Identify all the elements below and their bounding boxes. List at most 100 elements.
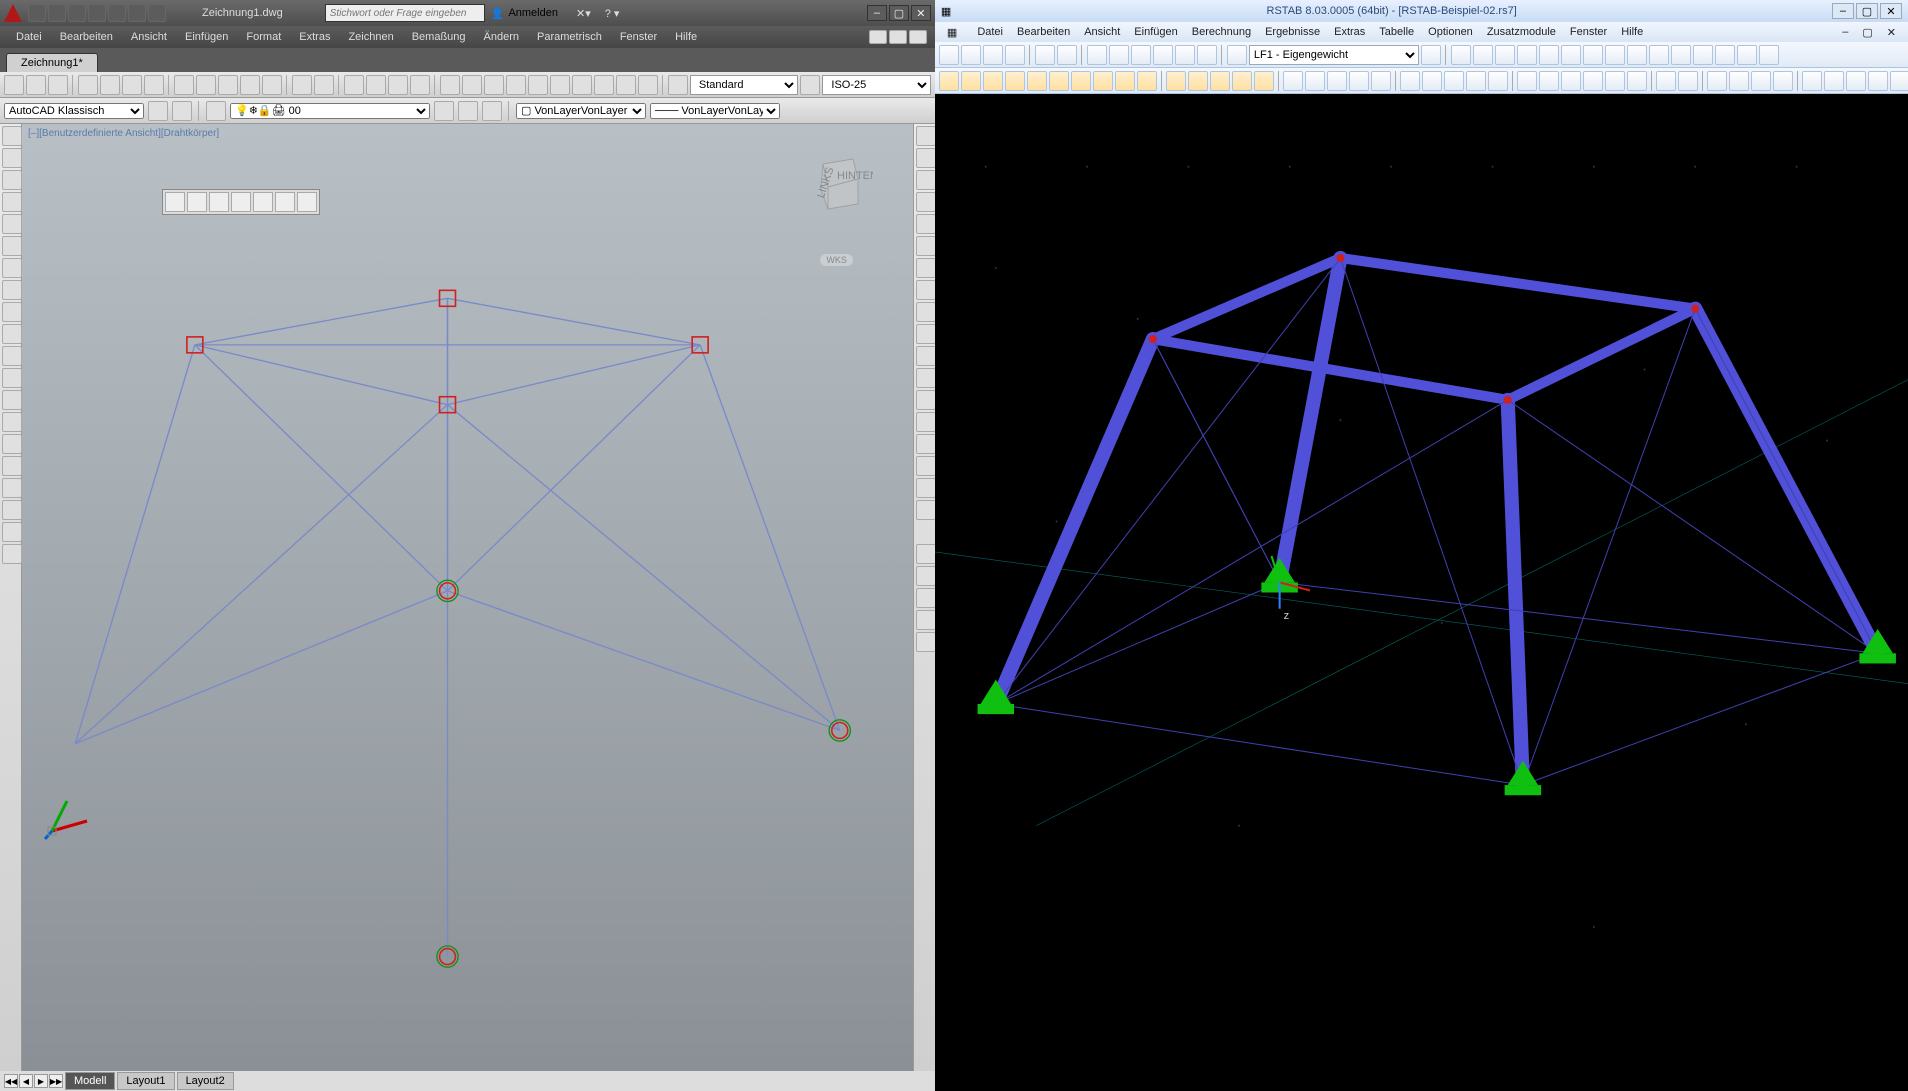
layer-select[interactable]: 💡❄🔒🖨 00 xyxy=(230,103,430,119)
circle-icon[interactable] xyxy=(2,258,22,278)
file-tab-zeichnung1[interactable]: Zeichnung1* xyxy=(6,53,98,72)
rs-zoom-all-icon[interactable] xyxy=(1400,71,1420,91)
new-icon[interactable] xyxy=(4,75,24,95)
rs-v9-icon[interactable] xyxy=(1627,45,1647,65)
menu-bemassung[interactable]: Bemaßung xyxy=(404,29,474,45)
maximize-button[interactable]: ▢ xyxy=(889,5,909,21)
copy-icon[interactable] xyxy=(196,75,216,95)
rs-t3-icon[interactable] xyxy=(1210,71,1230,91)
rs-menu-ansicht[interactable]: Ansicht xyxy=(1078,24,1126,40)
rs-v7-icon[interactable] xyxy=(1583,45,1603,65)
hatch-icon[interactable] xyxy=(2,434,22,454)
last-layout-icon[interactable]: ▶▶ xyxy=(49,1074,63,1088)
nav-showmotion-icon[interactable] xyxy=(916,632,936,652)
rs-minimize-button[interactable]: – xyxy=(1832,3,1854,19)
line-icon[interactable] xyxy=(2,126,22,146)
rs-t1-icon[interactable] xyxy=(1166,71,1186,91)
rs-doc-close-button[interactable]: ✕ xyxy=(1881,24,1902,41)
exchange-icon[interactable]: ✕▾ xyxy=(576,7,591,20)
join-icon[interactable] xyxy=(916,412,936,432)
rs-local-icon[interactable] xyxy=(1627,71,1647,91)
rs-close-button[interactable]: ✕ xyxy=(1880,3,1902,19)
menu-aendern[interactable]: Ändern xyxy=(476,29,527,45)
rs-v11-icon[interactable] xyxy=(1671,45,1691,65)
save-icon[interactable] xyxy=(48,75,68,95)
tab-layout1[interactable]: Layout1 xyxy=(117,1072,174,1090)
stretch-icon[interactable] xyxy=(916,302,936,322)
rs-print-icon[interactable] xyxy=(1005,45,1025,65)
rs-menu-zusatzmodule[interactable]: Zusatzmodule xyxy=(1481,24,1562,40)
qat-saveas-icon[interactable] xyxy=(88,4,106,22)
undo-icon[interactable] xyxy=(292,75,312,95)
rs-maximize-button[interactable]: ▢ xyxy=(1856,3,1878,19)
qat-plot-icon[interactable] xyxy=(108,4,126,22)
explode-icon[interactable] xyxy=(916,500,936,520)
menu-parametrisch[interactable]: Parametrisch xyxy=(529,29,610,45)
rs-x-icon[interactable] xyxy=(1517,71,1537,91)
layer-iso-icon[interactable] xyxy=(482,101,502,121)
mirror-icon[interactable] xyxy=(916,170,936,190)
rs-node-icon[interactable] xyxy=(939,71,959,91)
menu-bearbeiten[interactable]: Bearbeiten xyxy=(52,29,121,45)
rs-num-icon[interactable] xyxy=(1605,71,1625,91)
rs-menu-ergebnisse[interactable]: Ergebnisse xyxy=(1259,24,1326,40)
rs-comment-icon[interactable] xyxy=(1729,71,1749,91)
first-layout-icon[interactable]: ◀◀ xyxy=(4,1074,18,1088)
rs-t5-icon[interactable] xyxy=(1254,71,1274,91)
rs-menu-bearbeiten[interactable]: Bearbeiten xyxy=(1011,24,1076,40)
rs-nodalload-icon[interactable] xyxy=(1093,71,1113,91)
properties-icon[interactable] xyxy=(440,75,460,95)
rs-v13-icon[interactable] xyxy=(1715,45,1735,65)
tab-layout2[interactable]: Layout2 xyxy=(177,1072,234,1090)
rs-new-icon[interactable] xyxy=(939,45,959,65)
doc-close-button[interactable] xyxy=(909,30,927,44)
rs-save-icon[interactable] xyxy=(983,45,1003,65)
extend-icon[interactable] xyxy=(916,346,936,366)
nav-zoom-icon[interactable] xyxy=(916,588,936,608)
next-layout-icon[interactable]: ▶ xyxy=(34,1074,48,1088)
point-icon[interactable] xyxy=(2,412,22,432)
zoom-realtime-icon[interactable] xyxy=(366,75,386,95)
open-icon[interactable] xyxy=(26,75,46,95)
blend-icon[interactable] xyxy=(916,478,936,498)
array-icon[interactable] xyxy=(916,214,936,234)
workspace-select[interactable]: AutoCAD Klassisch xyxy=(4,103,144,119)
rs-load-icon[interactable] xyxy=(1137,71,1157,91)
rs-wire-icon[interactable] xyxy=(1678,71,1698,91)
layer-properties-icon[interactable] xyxy=(206,101,226,121)
tb-misc4-icon[interactable] xyxy=(638,75,658,95)
signin-area[interactable]: 👤 Anmelden xyxy=(491,7,558,20)
rs-sysmenu-icon[interactable]: ▦ xyxy=(941,24,963,41)
doc-minimize-button[interactable] xyxy=(869,30,887,44)
rs-v10-icon[interactable] xyxy=(1649,45,1669,65)
nav-wheel-icon[interactable] xyxy=(916,544,936,564)
rs-grid-icon[interactable] xyxy=(1751,71,1771,91)
rs-render-icon[interactable] xyxy=(1656,71,1676,91)
arc-icon[interactable] xyxy=(2,236,22,256)
rs-divide-icon[interactable] xyxy=(1371,71,1391,91)
rs-table-icon[interactable] xyxy=(1131,45,1151,65)
erase-icon[interactable] xyxy=(916,126,936,146)
rs-undo-icon[interactable] xyxy=(1035,45,1055,65)
rs-v2-icon[interactable] xyxy=(1473,45,1493,65)
construction-line-icon[interactable] xyxy=(2,148,22,168)
dim-style-select[interactable]: ISO-25 xyxy=(822,75,931,95)
gradient-icon[interactable] xyxy=(2,456,22,476)
rs-r3-icon[interactable] xyxy=(1846,71,1866,91)
layer-state-icon[interactable] xyxy=(458,101,478,121)
nav-pan-icon[interactable] xyxy=(916,566,936,586)
rs-copy-icon[interactable] xyxy=(1305,71,1325,91)
polygon-icon[interactable] xyxy=(2,192,22,212)
publish-icon[interactable] xyxy=(122,75,142,95)
rs-v3-icon[interactable] xyxy=(1495,45,1515,65)
menu-datei[interactable]: Datei xyxy=(8,29,50,45)
insert-block-icon[interactable] xyxy=(2,368,22,388)
menu-ansicht[interactable]: Ansicht xyxy=(123,29,175,45)
rs-redo-icon[interactable] xyxy=(1057,45,1077,65)
rs-doc-max-button[interactable]: ▢ xyxy=(1856,24,1878,41)
workspace-gear-icon[interactable] xyxy=(172,101,192,121)
rs-v12-icon[interactable] xyxy=(1693,45,1713,65)
prev-layout-icon[interactable]: ◀ xyxy=(19,1074,33,1088)
textstyle-icon[interactable] xyxy=(668,75,688,95)
rs-open-icon[interactable] xyxy=(961,45,981,65)
